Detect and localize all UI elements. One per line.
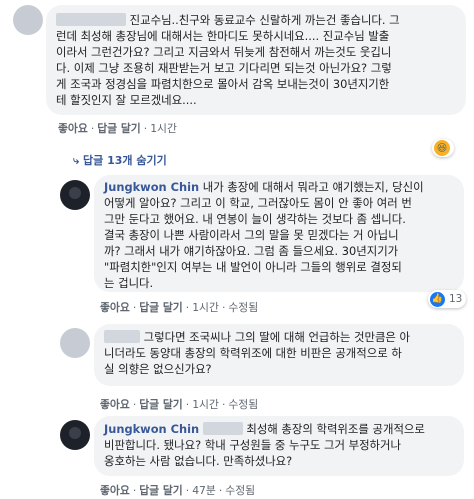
haha-icon: 😆 [434, 140, 450, 156]
reaction-number: 13 [449, 293, 463, 305]
reply-actions: 좋아요 · 답글 달기 · 1시간 · 수정됨 [100, 301, 259, 314]
comment-text-line: 런데 최성해 총장님에 대해서는 한마디도 못하시네요.... 진교수님 발출 [56, 29, 390, 43]
reply-bubble: Jungkwon Chin 내가 총장에 대해서 뭐라고 얘기했는지, 당신이 … [94, 175, 464, 292]
reply-text-line: 니더라도 동양대 총장의 학력위조에 대한 비판은 공개적으로 하 [104, 346, 402, 360]
reaction-count[interactable]: 😆 [432, 139, 454, 157]
comment-text-line: 게 조국과 정경심을 파렴치한으로 몰아서 감옥 보내는것이 30년지기한 [56, 77, 390, 91]
timestamp[interactable]: 47분 [192, 484, 216, 497]
timestamp[interactable]: 1시간 [192, 301, 219, 314]
reply-text-line: 그렇다면 조국씨나 그의 딸에 대해 언급하는 것만큼은 아 [143, 330, 410, 344]
reply-text-line: 옹호하는 사람 없습니다. 만족하셨나요? [104, 454, 293, 468]
reply-link[interactable]: 답글 달기 [139, 301, 183, 314]
redacted-name[interactable] [202, 422, 243, 435]
like-link[interactable]: 좋아요 [100, 301, 130, 314]
comment-text-line: 이라서 그런건가요? 그리고 지금와서 뒤늦게 참전해서 까는것도 웃깁니 [56, 45, 392, 59]
edited-label[interactable]: 수정됨 [228, 301, 258, 314]
author-avatar[interactable] [60, 420, 90, 450]
redacted-name[interactable] [104, 330, 140, 343]
reply-arrow-icon: ⤷ [73, 154, 80, 167]
reply-text-line: "파렴치한"인지 여부는 내 발언이 아니라 그들의 행위로 결정되 [104, 260, 402, 274]
reply-link[interactable]: 답글 달기 [139, 398, 183, 411]
reply-link[interactable]: 답글 달기 [97, 122, 141, 135]
timestamp[interactable]: 1시간 [150, 122, 177, 135]
reply-actions: 좋아요 · 답글 달기 · 47분 · 수정됨 [100, 484, 256, 497]
reply-text-line: 까? 그래서 내가 얘기하잖아요. 그럼 좀 들으세요. 30년지기가 [104, 244, 399, 258]
like-link[interactable]: 좋아요 [100, 484, 130, 497]
reply-text-line: 내가 총장에 대해서 뭐라고 얘기했는지, 당신이 [202, 180, 424, 194]
author-avatar[interactable] [60, 180, 90, 210]
like-link[interactable]: 좋아요 [100, 398, 130, 411]
reply-text-line: 최성해 총장의 학력위조를 공개적으로 [246, 422, 425, 436]
comment-actions: 좋아요 · 답글 달기 · 1시간 [58, 122, 177, 135]
reply-bubble: Jungkwon Chin 최성해 총장의 학력위조를 공개적으로 비판합니다.… [94, 416, 464, 476]
like-link[interactable]: 좋아요 [58, 122, 88, 135]
like-icon: 👍 [430, 291, 445, 307]
edited-label[interactable]: 수정됨 [225, 484, 255, 497]
commenter-avatar[interactable] [60, 328, 90, 358]
author-name[interactable]: Jungkwon Chin [104, 180, 199, 194]
reply-text-line: 그만 둔다고 했어요. 내 연봉이 늘이 생각하는 것보다 좀 셉니다. [104, 212, 406, 226]
reply-text-line: 비판합니다. 됐나요? 학내 구성원들 중 누구도 그거 부정하거나 [104, 438, 401, 452]
reply-text-line: 는 겁니다. [104, 276, 154, 290]
reply-actions: 좋아요 · 답글 달기 · 1시간 · 수정됨 [100, 398, 259, 411]
reply-link[interactable]: 답글 달기 [139, 484, 183, 497]
reply-bubble: 그렇다면 조국씨나 그의 딸에 대해 언급하는 것만큼은 아 니더라도 동양대 … [94, 324, 464, 386]
edited-label[interactable]: 수정됨 [228, 398, 258, 411]
reaction-count[interactable]: 👍 13 [428, 290, 467, 308]
hide-replies-toggle[interactable]: ⤷ 답글 13개 숨기기 [73, 152, 167, 168]
reply-text-line: 실 의향은 없으신가요? [104, 362, 212, 376]
comment-text-line: 테 할짓인지 잘 모르겠네요.... [56, 93, 197, 107]
redacted-name[interactable] [56, 13, 126, 26]
comment-bubble: 진교수님..친구와 동료교수 신랄하게 까는건 좋습니다. 그 런데 최성해 총… [46, 5, 466, 115]
comment-text-line: 다. 이제 그냥 조용히 재판받는거 보고 기다리면 되는것 아닌가요? 그렇 [56, 61, 392, 75]
timestamp[interactable]: 1시간 [192, 398, 219, 411]
reply-text-line: 결국 총장이 나쁜 사람이라서 그의 말을 못 믿겠다는 거 아닙니 [104, 228, 399, 242]
reply-text-line: 어떻게 알아요? 그리고 이 학교, 그러잖아도 몸이 안 좋아 여러 번 [104, 196, 412, 210]
comment-text-line: 진교수님..친구와 동료교수 신랄하게 까는건 좋습니다. 그 [129, 13, 400, 27]
commenter-avatar[interactable] [13, 5, 43, 35]
author-name[interactable]: Jungkwon Chin [104, 422, 199, 436]
